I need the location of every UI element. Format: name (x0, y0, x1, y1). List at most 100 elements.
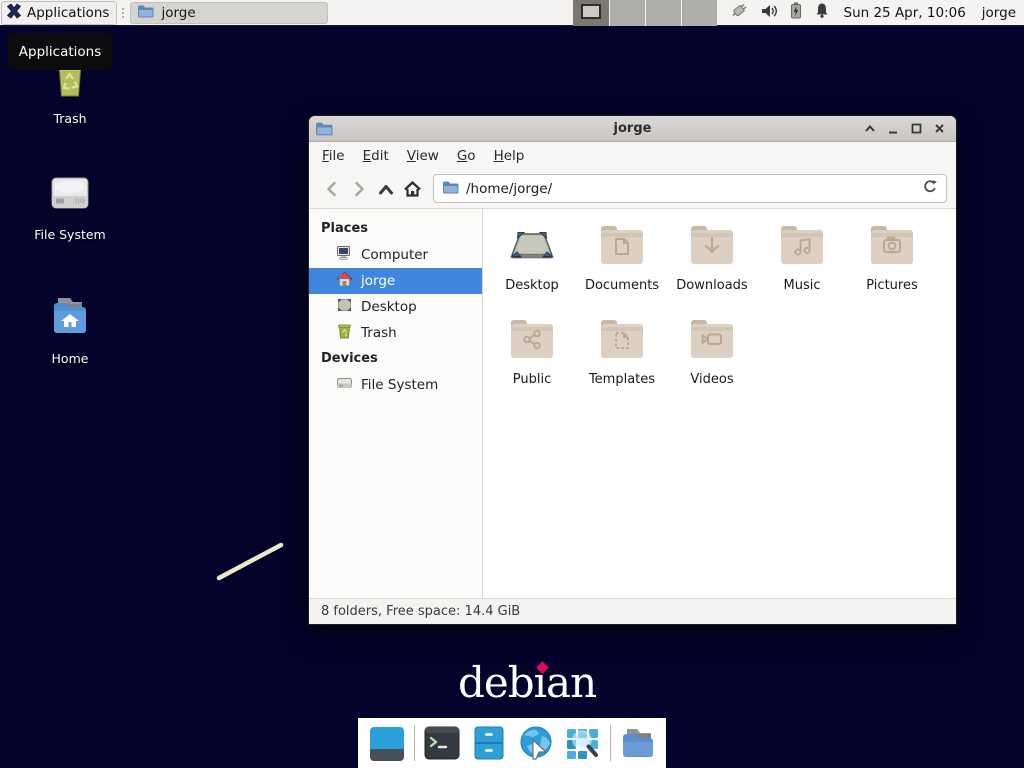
sidebar-item-label: Trash (361, 325, 397, 341)
documents-folder-icon (598, 221, 646, 275)
pictures-folder-icon (868, 221, 916, 275)
computer-icon (336, 245, 353, 265)
xfce-applications-icon (6, 3, 22, 23)
debian-logo: debian (458, 658, 596, 707)
file-manager-window: jorge File Edit View Go Help (308, 115, 957, 625)
folder-label: Music (784, 278, 821, 293)
window-titlebar[interactable]: jorge (309, 116, 956, 142)
desktop-icon (508, 221, 556, 275)
dock-separator (414, 725, 415, 761)
menubar: File Edit View Go Help (309, 142, 956, 169)
maximize-button[interactable] (909, 122, 923, 136)
minimize-button[interactable] (886, 122, 900, 136)
volume-icon[interactable] (760, 3, 778, 23)
directory-menu-button[interactable] (618, 723, 658, 763)
workspace-switcher (573, 0, 717, 26)
sidebar-item-computer[interactable]: Computer (309, 242, 482, 268)
wallpaper-swoosh-line (210, 536, 294, 588)
sidebar-item-jorge[interactable]: jorge (309, 268, 482, 294)
file-manager-launcher[interactable] (469, 723, 509, 763)
dock-separator (610, 725, 611, 761)
home-button[interactable] (399, 175, 426, 203)
folder-icon (137, 4, 154, 22)
workspace-2[interactable] (609, 0, 645, 26)
sidebar-item-trash[interactable]: Trash (309, 320, 482, 346)
sidebar-item-file-system[interactable]: File System (309, 372, 482, 398)
workspace-4[interactable] (681, 0, 717, 26)
path-text[interactable]: /home/jorge/ (466, 181, 915, 197)
panel-drag-handle[interactable] (119, 3, 127, 23)
folder-label: Public (513, 372, 551, 387)
file-grid: Desktop Documents (483, 209, 956, 598)
folder-item-public[interactable]: Public (487, 315, 577, 403)
panel-clock[interactable]: Sun 25 Apr, 10:06 (844, 5, 966, 21)
top-panel: Applications jorge (0, 0, 1024, 26)
sidebar-item-desktop[interactable]: Desktop (309, 294, 482, 320)
up-button[interactable] (372, 175, 399, 203)
sidebar: Places Computer (309, 209, 483, 598)
home-folder-icon (44, 290, 96, 346)
templates-folder-icon (598, 315, 646, 369)
desktop-icon-label: Trash (53, 111, 86, 126)
sidebar-item-label: jorge (361, 273, 395, 289)
sidebar-item-label: Desktop (361, 299, 417, 315)
show-desktop-button[interactable] (367, 723, 407, 763)
desktop-icon-file-system[interactable]: File System (22, 166, 118, 242)
power-adapter-icon[interactable] (729, 2, 749, 23)
desktop-icon-home[interactable]: Home (22, 290, 118, 366)
window-body: Places Computer (309, 209, 956, 598)
folder-item-desktop[interactable]: Desktop (487, 221, 577, 309)
forward-button[interactable] (345, 175, 372, 203)
workspace-1[interactable] (573, 0, 609, 26)
taskbar-window-label: jorge (161, 5, 195, 21)
sidebar-item-label: File System (361, 377, 438, 393)
folder-item-videos[interactable]: Videos (667, 315, 757, 403)
shade-button[interactable] (863, 122, 877, 136)
menu-view[interactable]: View (398, 144, 448, 168)
system-tray (729, 2, 830, 23)
back-button[interactable] (318, 175, 345, 203)
notifications-bell-icon[interactable] (814, 2, 830, 23)
videos-folder-icon (688, 315, 736, 369)
reload-icon[interactable] (922, 179, 938, 199)
folder-item-pictures[interactable]: Pictures (847, 221, 937, 309)
taskbar-window-button[interactable]: jorge (130, 2, 328, 24)
window-title: jorge (309, 121, 956, 136)
folder-item-music[interactable]: Music (757, 221, 847, 309)
statusbar: 8 folders, Free space: 14.4 GiB (309, 598, 956, 624)
workspace-3[interactable] (645, 0, 681, 26)
status-text: 8 folders, Free space: 14.4 GiB (321, 604, 520, 619)
terminal-launcher[interactable] (422, 723, 462, 763)
music-folder-icon (778, 221, 826, 275)
public-folder-icon (508, 315, 556, 369)
web-browser-launcher[interactable] (516, 723, 556, 763)
battery-charging-icon[interactable] (789, 2, 803, 23)
sidebar-item-label: Computer (361, 247, 428, 263)
home-icon (336, 271, 353, 291)
location-bar[interactable]: /home/jorge/ (433, 174, 947, 203)
window-controls (863, 122, 956, 136)
folder-label: Videos (690, 372, 733, 387)
applications-tooltip: Applications (8, 33, 112, 70)
menu-file[interactable]: File (313, 144, 354, 168)
hard-drive-icon (44, 166, 96, 222)
folder-item-documents[interactable]: Documents (577, 221, 667, 309)
menu-edit[interactable]: Edit (354, 144, 398, 168)
applications-menu-button[interactable]: Applications (1, 1, 117, 25)
menu-go[interactable]: Go (448, 144, 485, 168)
folder-label: Downloads (676, 278, 747, 293)
applications-menu-label: Applications (27, 5, 109, 21)
sidebar-devices-header: Devices (309, 346, 482, 372)
app-finder-launcher[interactable] (563, 723, 603, 763)
folder-label: Documents (585, 278, 659, 293)
workspace-window-thumbnail (581, 4, 601, 19)
debian-logo-text: debian (458, 658, 596, 707)
drive-mini-icon (336, 375, 353, 395)
folder-item-templates[interactable]: Templates (577, 315, 667, 403)
panel-user-label[interactable]: jorge (982, 5, 1016, 21)
dock-panel (358, 718, 666, 768)
downloads-folder-icon (688, 221, 736, 275)
folder-item-downloads[interactable]: Downloads (667, 221, 757, 309)
menu-help[interactable]: Help (485, 144, 534, 168)
close-button[interactable] (932, 122, 946, 136)
